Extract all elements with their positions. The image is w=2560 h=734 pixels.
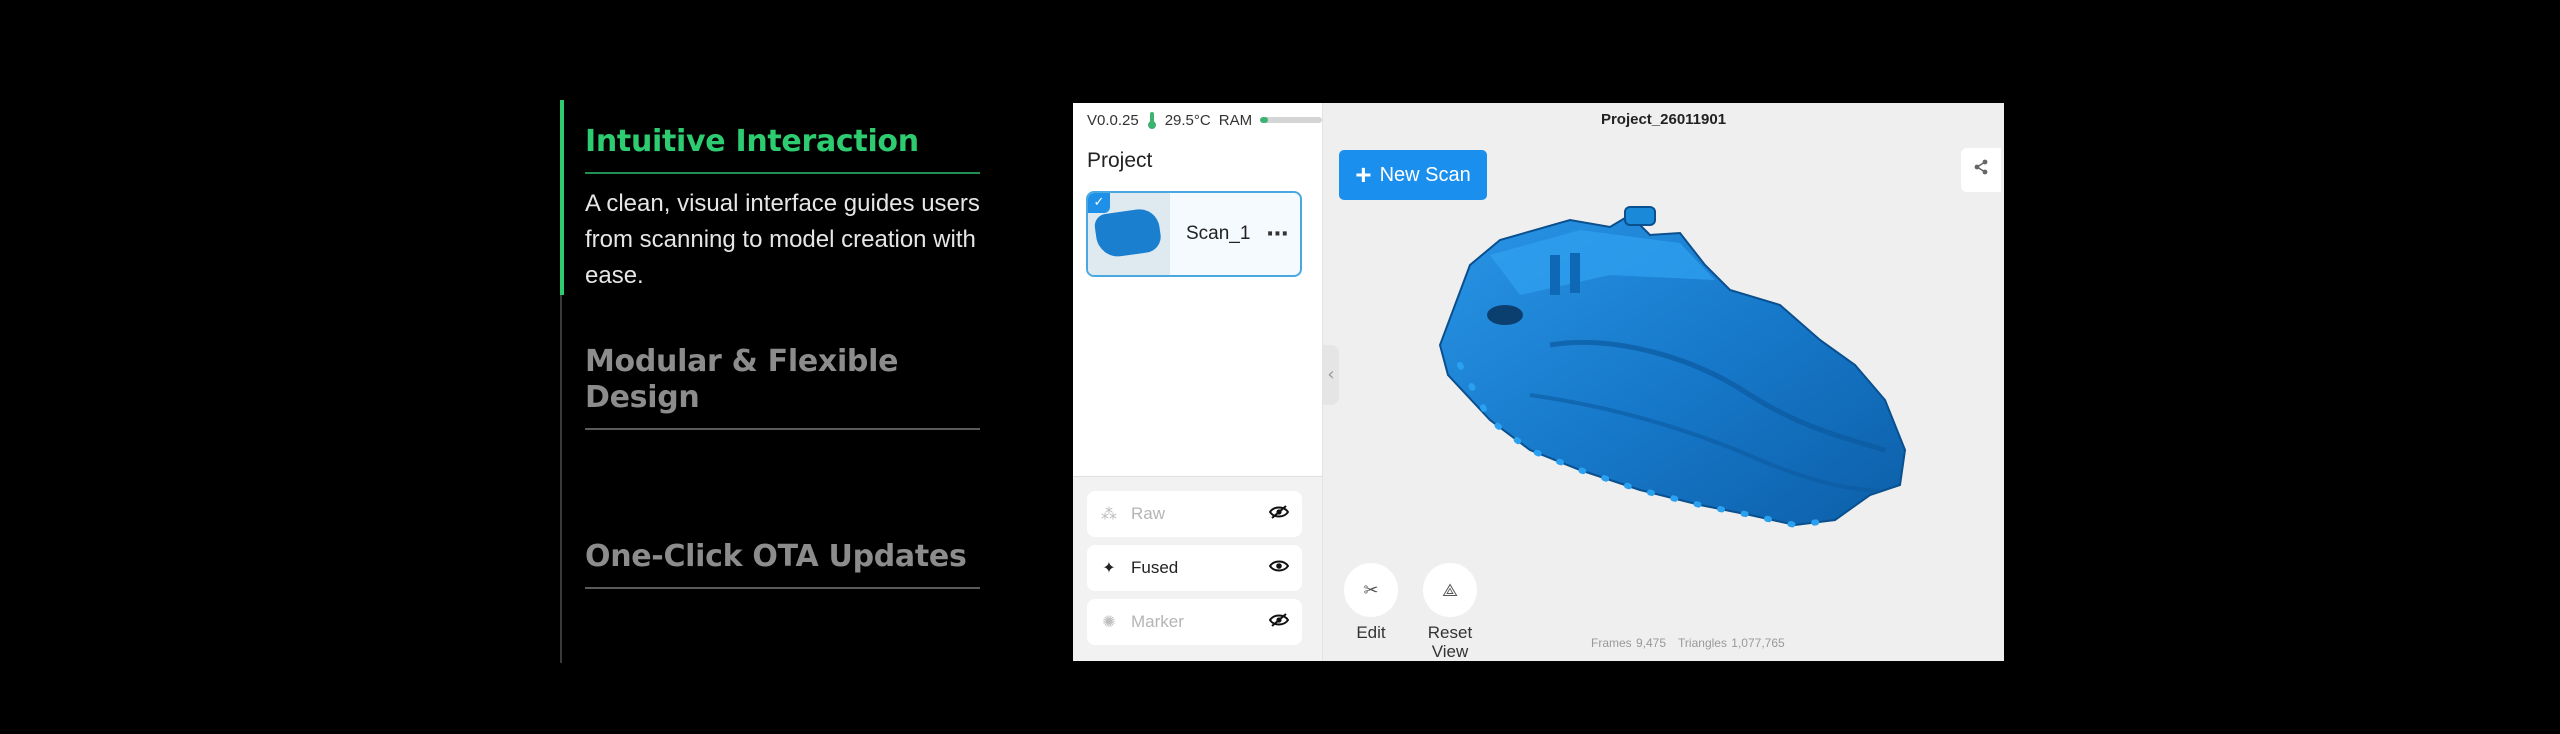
feature-title: Intuitive Interaction: [585, 124, 919, 159]
layer-raw[interactable]: ⁂ Raw: [1087, 491, 1302, 537]
feature-title: One-Click OTA Updates: [585, 539, 967, 574]
scan-card[interactable]: ✓ Scan_1 ⋯: [1086, 191, 1302, 277]
new-scan-button[interactable]: + New Scan: [1339, 150, 1487, 200]
ram-label: RAM: [1218, 111, 1253, 129]
new-scan-label: New Scan: [1379, 163, 1471, 186]
ram-usage-fill: [1260, 117, 1268, 123]
thermometer-icon: [1147, 112, 1157, 129]
frames-count: Frames 9,475: [1591, 636, 1667, 650]
3d-model-viewport[interactable]: [1430, 195, 1950, 555]
reset-view-button[interactable]: ⟁ Reset View: [1411, 563, 1489, 661]
more-options-icon[interactable]: ⋯: [1256, 222, 1300, 247]
eye-icon[interactable]: [1268, 558, 1290, 579]
plus-icon: +: [1355, 159, 1372, 190]
scan-stats: Frames 9,475 Triangles 1,077,765: [1591, 636, 1785, 650]
feature-rail-indicator: [560, 100, 564, 295]
layer-name: Fused: [1131, 558, 1179, 577]
feature-divider: [585, 172, 980, 174]
feature-item-ota-updates[interactable]: One-Click OTA Updates: [585, 539, 980, 589]
app-window: V0.0.25 29.5°C RAM Project ✓ Scan_1 ⋯ ⁂ …: [1073, 103, 2004, 661]
feature-divider: [585, 428, 980, 430]
share-icon[interactable]: [1961, 148, 2001, 192]
marker-icon: ✺: [1102, 614, 1116, 631]
layer-panel: ⁂ Raw ✦ Fused ✺ Marker: [1073, 476, 1322, 661]
edit-button[interactable]: ✂ Edit: [1343, 563, 1399, 642]
scan-thumbnail: ✓: [1088, 193, 1170, 275]
scan-name: Scan_1: [1186, 223, 1251, 244]
layer-fused[interactable]: ✦ Fused: [1087, 545, 1302, 591]
scissors-icon: ✂: [1344, 563, 1398, 617]
feature-list: Intuitive Interaction A clean, visual in…: [560, 100, 980, 663]
feature-item-modular-design[interactable]: Modular & Flexible Design: [585, 344, 980, 430]
feature-description: A clean, visual interface guides users f…: [585, 190, 980, 289]
raw-icon: ⁂: [1101, 506, 1117, 523]
collapse-sidebar-icon[interactable]: ‹: [1323, 345, 1339, 405]
sidebar: V0.0.25 29.5°C RAM Project ✓ Scan_1 ⋯ ⁂ …: [1073, 103, 1323, 661]
triangles-count: Triangles 1,077,765: [1678, 636, 1785, 650]
project-title: Project_26011901: [1600, 111, 1727, 128]
reset-view-icon: ⟁: [1423, 563, 1477, 617]
edit-label: Edit: [1356, 623, 1386, 642]
ram-usage-bar: [1260, 117, 1322, 123]
reset-label-2: View: [1431, 642, 1469, 661]
feature-item-intuitive-interaction[interactable]: Intuitive Interaction A clean, visual in…: [585, 124, 980, 294]
feature-title: Modular & Flexible Design: [585, 344, 899, 415]
layer-marker[interactable]: ✺ Marker: [1087, 599, 1302, 645]
feature-divider: [585, 587, 980, 589]
model-hole: [1487, 305, 1523, 325]
scan-thumbnail-model: [1093, 206, 1163, 260]
project-heading: Project: [1087, 149, 1153, 172]
check-icon: ✓: [1088, 193, 1110, 213]
layer-name: Raw: [1131, 504, 1166, 523]
layer-name: Marker: [1131, 612, 1184, 631]
eye-off-icon[interactable]: [1268, 504, 1290, 525]
temperature-label: 29.5°C: [1164, 111, 1211, 129]
version-label: V0.0.25: [1087, 111, 1139, 129]
eye-off-icon[interactable]: [1268, 612, 1290, 633]
fused-icon: ✦: [1102, 560, 1116, 577]
reset-label-1: Reset: [1427, 623, 1473, 642]
status-bar: V0.0.25 29.5°C RAM: [1073, 103, 1322, 137]
